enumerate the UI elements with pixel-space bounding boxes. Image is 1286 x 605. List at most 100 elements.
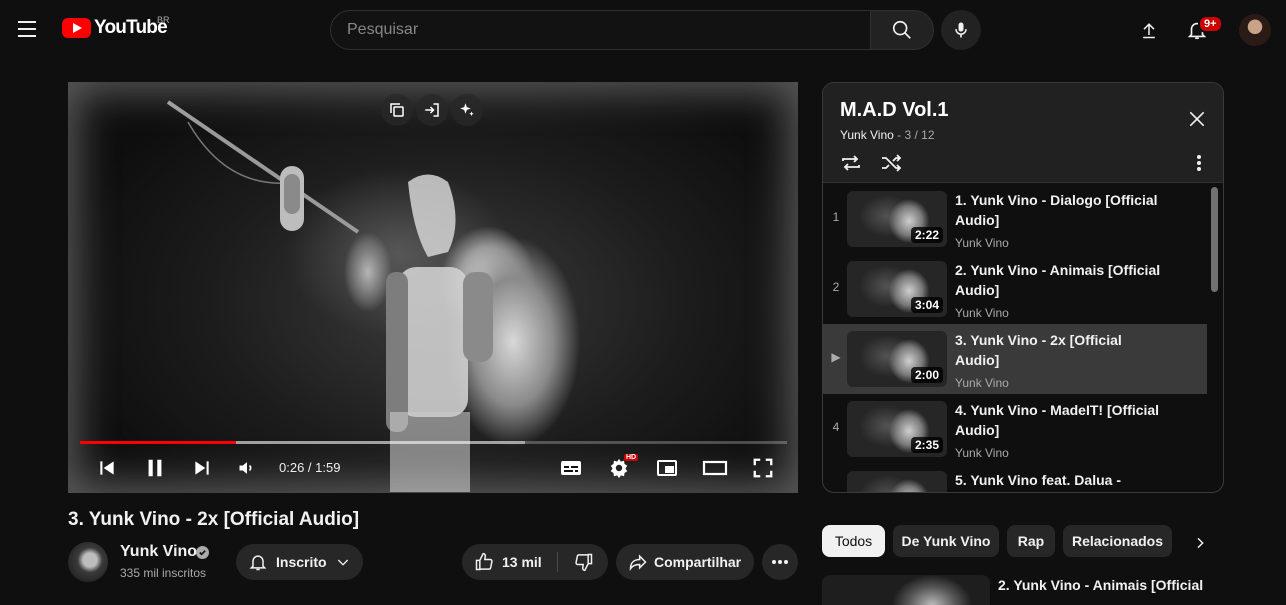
chip-rap[interactable]: Rap (1007, 525, 1055, 557)
chevron-down-icon (337, 559, 348, 566)
search-input[interactable] (347, 21, 870, 39)
chip-de-yunk-vino[interactable]: De Yunk Vino (893, 525, 999, 557)
more-horizontal-icon (772, 560, 788, 564)
search-button[interactable] (870, 10, 934, 50)
more-actions-button[interactable] (762, 544, 798, 580)
playlist-panel: M.A.D Vol.1 Yunk Vino - 3 / 12 1 2:22 1.… (822, 82, 1224, 493)
close-icon (1189, 111, 1205, 127)
share-button[interactable]: Compartilhar (616, 544, 754, 580)
playlist-item-title: 2. Yunk Vino - Animais [Official Audio] (955, 262, 1161, 298)
playlist-title[interactable]: M.A.D Vol.1 (840, 99, 949, 122)
channel-avatar[interactable] (68, 542, 108, 582)
playlist-owner[interactable]: Yunk Vino (840, 128, 894, 142)
like-count: 13 mil (502, 554, 542, 570)
logo-text: YouTube (94, 17, 168, 38)
sparkles-icon (460, 103, 474, 116)
loop-playlist-button[interactable] (839, 151, 863, 175)
hd-badge: HD (624, 454, 639, 461)
save-to-playlist-button[interactable] (416, 94, 448, 126)
video-duration: 1:59 (315, 460, 341, 475)
video-frame (68, 82, 798, 493)
masthead: YouTube BR 9+ (0, 0, 1286, 58)
recommendation-thumbnail[interactable] (822, 575, 990, 605)
repeat-icon (842, 155, 860, 171)
playlist-scrollbar[interactable] (1211, 187, 1218, 292)
playlist-item-title: 4. Yunk Vino - MadeIT! [Official Audio] (955, 402, 1160, 438)
playlist-item-channel: Yunk Vino (955, 236, 1009, 250)
miniplayer-icon (657, 460, 677, 476)
video-title: 3. Yunk Vino - 2x [Official Audio] (68, 509, 360, 530)
film-frame-border (68, 82, 798, 493)
hamburger-menu-icon[interactable] (10, 12, 44, 46)
dislike-button[interactable] (560, 544, 608, 580)
duration-badge: 2:00 (910, 367, 943, 383)
playlist-item[interactable]: 5 5. Yunk Vino feat. Dalua - (823, 464, 1207, 492)
volume-icon (239, 462, 252, 474)
subscribed-button[interactable]: Inscrito (236, 544, 363, 580)
chips-scroll-right-button[interactable] (1186, 529, 1214, 557)
playlist-item-title: 1. Yunk Vino - Dialogo [Official Audio] (955, 192, 1158, 228)
chip-relacionados[interactable]: Relacionados (1063, 525, 1172, 557)
share-label: Compartilhar (654, 554, 742, 570)
subtitles-button[interactable] (557, 454, 585, 482)
previous-button[interactable] (94, 454, 120, 482)
microphone-icon (955, 22, 967, 38)
close-playlist-button[interactable] (1185, 107, 1209, 131)
theater-mode-button[interactable] (701, 454, 729, 482)
copy-link-button[interactable] (381, 94, 413, 126)
skip-previous-icon (100, 461, 114, 475)
chip-todos[interactable]: Todos (822, 525, 885, 557)
playlist-item[interactable]: 2 3:04 2. Yunk Vino - Animais [Official … (823, 254, 1207, 324)
playlist-item-channel: Yunk Vino (955, 446, 1009, 460)
playlist-subtitle: Yunk Vino - 3 / 12 (840, 128, 935, 142)
playlist-item-thumbnail: 2:22 (847, 191, 947, 247)
login-arrow-icon (425, 103, 439, 117)
playlist-item-index: 4 (832, 420, 840, 434)
playlist-item[interactable]: 1 2:22 1. Yunk Vino - Dialogo [Official … (823, 184, 1207, 254)
theater-mode-icon (702, 460, 728, 476)
chevron-right-icon (1197, 537, 1204, 549)
duration-badge: 2:22 (910, 227, 943, 243)
recommendation-title[interactable]: 2. Yunk Vino - Animais [Official (998, 577, 1203, 593)
playlist-item-index: 1 (832, 210, 840, 224)
playlist-more-button[interactable] (1187, 151, 1211, 175)
thumbs-up-icon (475, 552, 493, 571)
voice-search-button[interactable] (941, 10, 981, 50)
playlist-item-now-playing[interactable]: ▶ 2:00 3. Yunk Vino - 2x [Official Audio… (823, 324, 1207, 394)
video-player[interactable]: 0:26 / 1:59 HD (68, 82, 798, 493)
playlist-header: M.A.D Vol.1 Yunk Vino - 3 / 12 (823, 83, 1223, 183)
pause-icon (148, 459, 162, 477)
next-button[interactable] (189, 454, 215, 482)
pause-button[interactable] (141, 454, 169, 482)
subscriber-count: 335 mil inscritos (120, 566, 207, 580)
current-time: 0:26 (279, 460, 305, 475)
copy-icon (390, 103, 404, 117)
playlist-item-thumbnail: 3:04 (847, 261, 947, 317)
playlist-item-title: 3. Yunk Vino - 2x [Official Audio] (955, 332, 1122, 368)
player-top-controls (381, 94, 483, 126)
like-button[interactable]: 13 mil (462, 544, 558, 580)
playlist-item[interactable]: 4 2:35 4. Yunk Vino - MadeIT! [Official … (823, 394, 1207, 464)
country-code: BR (157, 15, 170, 25)
progress-bar[interactable] (80, 441, 787, 444)
ai-features-button[interactable] (451, 94, 483, 126)
shuffle-icon (882, 154, 902, 172)
playlist-items: 1 2:22 1. Yunk Vino - Dialogo [Official … (823, 184, 1209, 492)
now-playing-indicator: ▶ (831, 350, 841, 364)
fullscreen-button[interactable] (749, 454, 777, 482)
verified-check-icon (196, 546, 209, 559)
player-control-bar: 0:26 / 1:59 HD (68, 448, 798, 488)
volume-button[interactable] (234, 454, 260, 482)
playlist-position: - 3 / 12 (893, 128, 935, 142)
upload-icon (1143, 23, 1155, 39)
youtube-logo[interactable]: YouTube BR (62, 15, 170, 39)
bell-icon (249, 555, 267, 571)
shuffle-playlist-button[interactable] (879, 151, 903, 175)
notification-count-badge: 9+ (1198, 15, 1223, 33)
miniplayer-button[interactable] (653, 454, 681, 482)
time-separator: / (304, 460, 316, 475)
channel-name[interactable]: Yunk Vino (120, 543, 197, 561)
account-avatar[interactable] (1239, 14, 1271, 46)
upload-button[interactable] (1132, 13, 1166, 47)
playlist-item-channel: Yunk Vino (955, 306, 1009, 320)
